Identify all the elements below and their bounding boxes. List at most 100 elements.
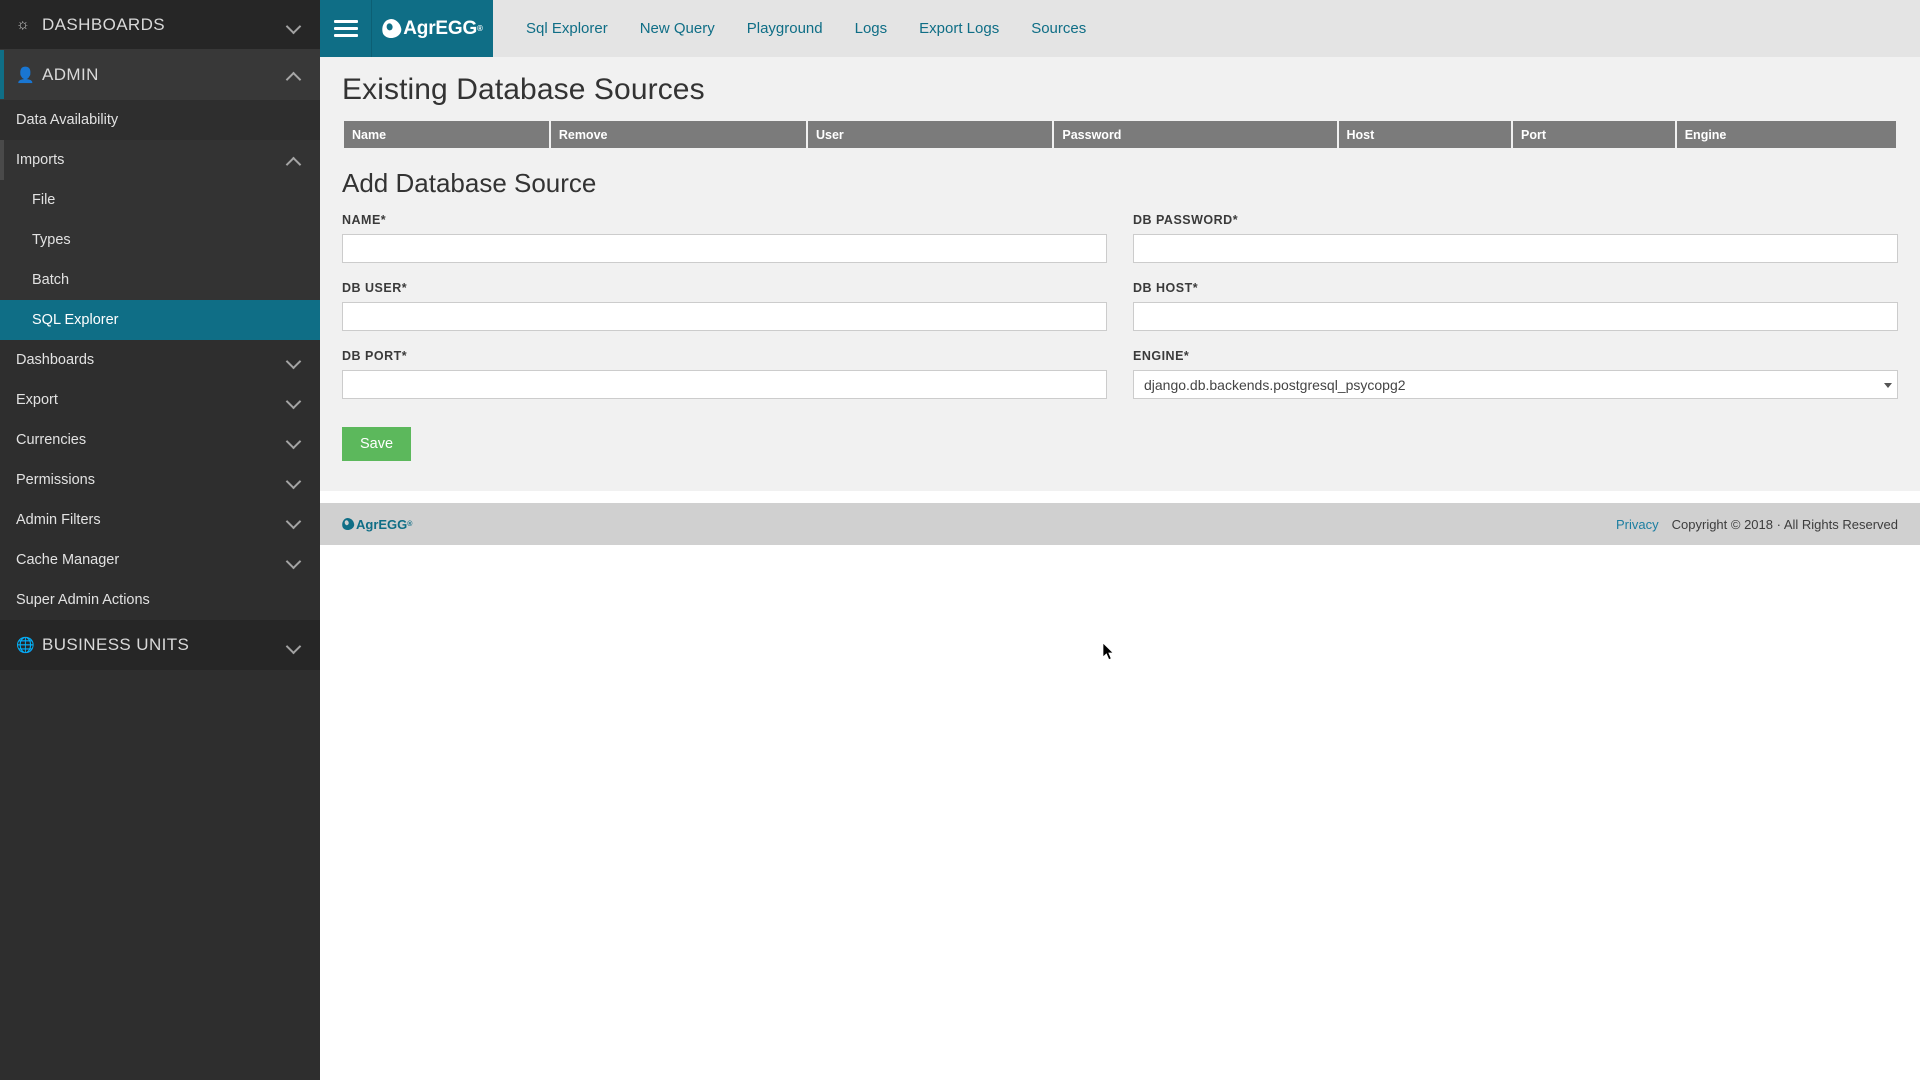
column-header-user[interactable]: User bbox=[808, 121, 1053, 148]
nav-links: Sql Explorer New Query Playground Logs E… bbox=[493, 0, 1102, 57]
label-db-host: DB HOST* bbox=[1133, 281, 1199, 295]
globe-icon: 🌐 bbox=[16, 637, 36, 654]
chevron-down-icon[interactable] bbox=[286, 472, 302, 488]
sidebar-item-batch[interactable]: Batch bbox=[0, 260, 320, 300]
sidebar-item-label: Super Admin Actions bbox=[16, 592, 150, 608]
sidebar-item-label: Currencies bbox=[16, 432, 87, 448]
engine-select[interactable]: django.db.backends.postgresql_psycopg2 bbox=[1133, 370, 1898, 399]
chevron-down-icon[interactable] bbox=[286, 552, 302, 568]
sidebar-item-data-availability[interactable]: Data Availability bbox=[0, 100, 320, 140]
column-header-remove[interactable]: Remove bbox=[550, 121, 806, 148]
field-engine: ENGINE* django.db.backends.postgresql_ps… bbox=[1133, 349, 1898, 399]
field-name: NAME* bbox=[342, 213, 1107, 263]
name-input[interactable] bbox=[342, 234, 1107, 263]
nav-link-playground[interactable]: Playground bbox=[731, 0, 839, 57]
nav-link-sources[interactable]: Sources bbox=[1015, 0, 1102, 57]
sidebar-item-label: SQL Explorer bbox=[32, 312, 119, 328]
sidebar-item-permissions[interactable]: Permissions bbox=[0, 460, 320, 500]
egg-logo-icon bbox=[380, 17, 404, 40]
chevron-down-icon bbox=[1884, 382, 1892, 388]
hamburger-icon[interactable] bbox=[320, 0, 372, 57]
engine-selected-value: django.db.backends.postgresql_psycopg2 bbox=[1144, 376, 1406, 393]
field-db-host: DB HOST* bbox=[1133, 281, 1898, 331]
sidebar-item-types[interactable]: Types bbox=[0, 220, 320, 260]
sidebar-item-label: Export bbox=[16, 392, 58, 408]
field-db-port: DB PORT* bbox=[342, 349, 1107, 399]
sidebar-item-sql-explorer[interactable]: SQL Explorer bbox=[0, 300, 320, 340]
nav-link-logs[interactable]: Logs bbox=[839, 0, 904, 57]
user-add-icon: 👤 bbox=[16, 66, 36, 84]
sidebar-item-label: Data Availability bbox=[16, 112, 119, 128]
nav-link-sql-explorer[interactable]: Sql Explorer bbox=[510, 0, 624, 57]
top-navbar: AgrEGG ® Sql Explorer New Query Playgroun… bbox=[320, 0, 1920, 57]
sidebar-item-label: Imports bbox=[16, 152, 65, 168]
label-db-port: DB PORT* bbox=[342, 349, 408, 363]
sidebar-item-imports[interactable]: Imports bbox=[0, 140, 320, 180]
brand-name: AgrEGG bbox=[403, 17, 478, 39]
app-root: ☼ DASHBOARDS 👤 ADMIN Data Availability I… bbox=[0, 0, 1920, 1080]
table-header-row: Name Remove User Password Host Port Engi… bbox=[344, 121, 1896, 148]
chevron-down-icon[interactable] bbox=[286, 392, 302, 408]
field-db-user: DB USER* bbox=[342, 281, 1107, 331]
copyright-text: Copyright © 2018 · All Rights Reserved bbox=[1671, 516, 1898, 532]
sidebar-item-dashboards[interactable]: Dashboards bbox=[0, 340, 320, 380]
sidebar-item-super-admin-actions[interactable]: Super Admin Actions bbox=[0, 580, 320, 620]
brand-logo[interactable]: AgrEGG ® bbox=[372, 0, 493, 57]
sidebar-section-business-units[interactable]: 🌐 BUSINESS UNITS bbox=[0, 620, 320, 670]
nav-link-export-logs[interactable]: Export Logs bbox=[903, 0, 1015, 57]
sources-panel: Existing Database Sources Name Remove Us… bbox=[320, 57, 1920, 491]
sidebar-item-label: Types bbox=[32, 232, 71, 248]
label-engine: ENGINE* bbox=[1133, 349, 1190, 363]
existing-sources-table: Name Remove User Password Host Port Engi… bbox=[342, 121, 1898, 148]
sidebar-section-label: ADMIN bbox=[42, 64, 99, 84]
sidebar-item-label: File bbox=[32, 192, 56, 208]
sidebar-section-label: DASHBOARDS bbox=[42, 14, 166, 34]
label-db-password: DB PASSWORD* bbox=[1133, 213, 1239, 227]
chevron-down-icon[interactable] bbox=[286, 512, 302, 528]
chevron-up-icon[interactable] bbox=[286, 67, 302, 83]
column-header-port[interactable]: Port bbox=[1513, 121, 1675, 148]
brand-registered-mark: ® bbox=[477, 24, 483, 33]
column-header-host[interactable]: Host bbox=[1338, 121, 1511, 148]
chevron-down-icon[interactable] bbox=[286, 352, 302, 368]
page-footer: AgrEGG ® Privacy Copyright © 2018 · All R… bbox=[320, 503, 1920, 545]
nav-link-new-query[interactable]: New Query bbox=[624, 0, 731, 57]
field-db-password: DB PASSWORD* bbox=[1133, 213, 1898, 263]
sidebar-item-label: Batch bbox=[32, 272, 70, 288]
privacy-link[interactable]: Privacy bbox=[1616, 517, 1659, 532]
sidebar: ☼ DASHBOARDS 👤 ADMIN Data Availability I… bbox=[0, 0, 320, 1080]
sidebar-item-cache-manager[interactable]: Cache Manager bbox=[0, 540, 320, 580]
footer-brand-name: AgrEGG bbox=[356, 516, 408, 532]
column-header-password[interactable]: Password bbox=[1054, 121, 1337, 148]
db-host-input[interactable] bbox=[1133, 302, 1898, 331]
add-database-source-form: NAME* DB PASSWORD* DB USER* DB HOST* DB bbox=[342, 213, 1898, 417]
sidebar-item-label: Admin Filters bbox=[16, 512, 101, 528]
sidebar-item-label: Permissions bbox=[16, 472, 95, 488]
main-content: Existing Database Sources Name Remove Us… bbox=[320, 57, 1920, 1080]
chevron-up-icon[interactable] bbox=[286, 152, 302, 168]
sidebar-item-admin-filters[interactable]: Admin Filters bbox=[0, 500, 320, 540]
sidebar-section-dashboards[interactable]: ☼ DASHBOARDS bbox=[0, 0, 320, 50]
column-header-name[interactable]: Name bbox=[344, 121, 549, 148]
label-name: NAME* bbox=[342, 213, 387, 227]
sidebar-item-currencies[interactable]: Currencies bbox=[0, 420, 320, 460]
speedometer-icon: ☼ bbox=[16, 16, 31, 33]
chevron-down-icon[interactable] bbox=[286, 17, 302, 33]
table-header: Name Remove User Password Host Port Engi… bbox=[344, 121, 1896, 148]
sidebar-section-admin[interactable]: 👤 ADMIN bbox=[0, 50, 320, 100]
sidebar-item-export[interactable]: Export bbox=[0, 380, 320, 420]
footer-brand-logo[interactable]: AgrEGG ® bbox=[340, 516, 412, 532]
sidebar-item-label: Dashboards bbox=[16, 352, 95, 368]
form-title: Add Database Source bbox=[342, 168, 597, 198]
sidebar-item-file[interactable]: File bbox=[0, 180, 320, 220]
chevron-down-icon[interactable] bbox=[286, 432, 302, 448]
chevron-down-icon[interactable] bbox=[286, 637, 302, 653]
column-header-engine[interactable]: Engine bbox=[1676, 121, 1896, 148]
db-user-input[interactable] bbox=[342, 302, 1107, 331]
sidebar-section-label: BUSINESS UNITS bbox=[42, 635, 190, 654]
hamburger-bars bbox=[333, 16, 358, 41]
db-password-input[interactable] bbox=[1133, 234, 1898, 263]
save-button[interactable]: Save bbox=[342, 427, 412, 461]
db-port-input[interactable] bbox=[342, 370, 1107, 399]
sidebar-item-label: Cache Manager bbox=[16, 552, 120, 568]
